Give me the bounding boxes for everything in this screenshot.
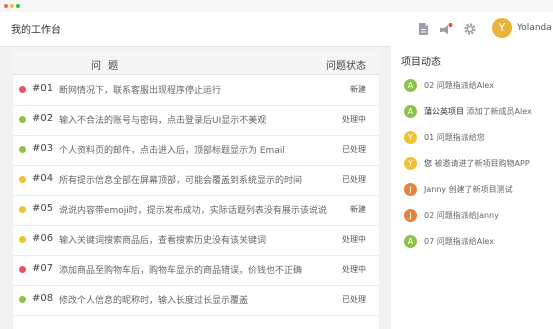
activity-message: 添加了新成员Alex: [464, 107, 532, 116]
activity-text: Janny 创建了新项目测试: [424, 184, 513, 195]
issue-table: 问 题 问题状态 #01 断网情况下，联系客服出现程序停止运行 新建 #02 输入不合法…: [13, 52, 379, 329]
priority-dot: [19, 146, 26, 153]
issue-status: 已处理: [342, 145, 366, 154]
issue-status: 新建: [350, 205, 366, 214]
column-header-status[interactable]: 问题状态: [326, 57, 366, 72]
activity-avatar: A: [404, 235, 417, 248]
issue-number: #03: [32, 143, 54, 154]
activity-message: 02 问题指派给Janny: [424, 211, 499, 220]
activity-avatar: A: [404, 79, 417, 92]
table-row[interactable]: #02 输入不合法的账号与密码，点击登录后UI显示不美观 处理中: [13, 105, 379, 136]
issue-description[interactable]: 修改个人信息的昵称时，输入长度过长显示覆盖: [59, 293, 248, 306]
issue-number: #04: [32, 173, 54, 184]
activity-text: 您 被邀请进了新项目购物APP: [424, 158, 530, 169]
issue-description[interactable]: 所有提示信息全部在屏幕顶部，可能会覆盖到系统显示的时间: [59, 173, 302, 186]
activity-text: 02 问题指派给Janny: [424, 210, 499, 221]
activity-text: 07 问题指派给Alex: [424, 236, 494, 247]
top-bar: 我的工作台 Y Yolanda: [0, 12, 553, 47]
activity-text: 01 问题指派给您: [424, 132, 485, 143]
window-maximize-dot[interactable]: [16, 4, 20, 8]
table-row[interactable]: #08 修改个人信息的昵称时，输入长度过长显示覆盖 已处理: [13, 285, 379, 316]
priority-dot: [19, 116, 26, 123]
issue-status: 处理中: [342, 115, 366, 124]
table-row[interactable]: #04 所有提示信息全部在屏幕顶部，可能会覆盖到系统显示的时间 已处理: [13, 165, 379, 196]
activity-message: 07 问题指派给Alex: [424, 237, 494, 246]
activity-text: 02 问题指派给Alex: [424, 80, 494, 91]
priority-dot: [19, 236, 26, 243]
activity-subject: 您: [424, 159, 432, 168]
table-row[interactable]: #05 说说内容带emoji时，提示发布成功，实际话题列表没有展示该说说 新建: [13, 195, 379, 226]
activity-message: 被邀请进了新项目购物APP: [432, 159, 530, 168]
activity-title: 项目动态: [401, 57, 441, 68]
window-close-dot[interactable]: [4, 4, 8, 8]
table-row[interactable]: #03 个人资料页的邮件，点击进入后，顶部标题显示为 Email 已处理: [13, 135, 379, 166]
activity-message: 02 问题指派给Alex: [424, 81, 494, 90]
issue-number: #01: [32, 83, 54, 94]
issue-description[interactable]: 输入关键词搜索商品后，查看搜索历史没有该关键词: [59, 233, 266, 246]
table-row[interactable]: #06 输入关键词搜索商品后，查看搜索历史没有该关键词 处理中: [13, 225, 379, 256]
issue-status: 处理中: [342, 265, 366, 274]
page-title: 我的工作台: [11, 25, 61, 36]
document-icon[interactable]: [416, 21, 430, 35]
issue-number: #02: [32, 113, 54, 124]
priority-dot: [19, 176, 26, 183]
activity-panel: 项目动态 A 02 问题指派给Alex A 蒲公英项目 添加了新成员Alex Y 01 问…: [391, 46, 553, 329]
issue-description[interactable]: 断网情况下，联系客服出现程序停止运行: [59, 83, 221, 96]
issue-number: #08: [32, 293, 54, 304]
notification-bell-icon[interactable]: [439, 21, 453, 35]
activity-avatar: Y: [404, 131, 417, 144]
activity-text: 蒲公英项目 添加了新成员Alex: [424, 106, 532, 117]
issue-description[interactable]: 添加商品至购物车后，购物车显示的商品错误，价钱也不正确: [59, 263, 302, 276]
settings-gear-icon[interactable]: [463, 21, 477, 35]
issue-number: #06: [32, 233, 54, 244]
table-row[interactable]: #07 添加商品至购物车后，购物车显示的商品错误，价钱也不正确 处理中: [13, 255, 379, 286]
user-name[interactable]: Yolanda: [517, 23, 552, 33]
activity-subject: 蒲公英项目: [424, 107, 464, 116]
issue-description[interactable]: 输入不合法的账号与密码，点击登录后UI显示不美观: [59, 113, 266, 126]
window-chrome: [0, 0, 553, 12]
column-header-issue[interactable]: 问 题: [91, 57, 120, 72]
issue-description[interactable]: 说说内容带emoji时，提示发布成功，实际话题列表没有展示该说说: [59, 203, 327, 216]
priority-dot: [19, 86, 26, 93]
issue-status: 处理中: [342, 235, 366, 244]
issue-number: #07: [32, 263, 54, 274]
app-window: 我的工作台 Y Yolanda 问 题 问题状态 #01 断网情况下，联系客服出现…: [0, 0, 553, 329]
activity-avatar: J: [404, 183, 417, 196]
issue-description[interactable]: 个人资料页的邮件，点击进入后，顶部标题显示为 Email: [59, 143, 285, 156]
window-minimize-dot[interactable]: [10, 4, 14, 8]
issue-status: 新建: [350, 85, 366, 94]
activity-message: Janny 创建了新项目测试: [424, 185, 513, 194]
priority-dot: [19, 266, 26, 273]
table-row[interactable]: #01 断网情况下，联系客服出现程序停止运行 新建: [13, 75, 379, 106]
issue-number: #05: [32, 203, 54, 214]
issue-status: 已处理: [342, 175, 366, 184]
activity-message: 01 问题指派给您: [424, 133, 485, 142]
activity-avatar: A: [404, 105, 417, 118]
user-avatar[interactable]: Y: [492, 18, 512, 38]
table-header: 问 题 问题状态: [13, 52, 379, 75]
activity-avatar: Y: [404, 157, 417, 170]
priority-dot: [19, 206, 26, 213]
issue-status: 已处理: [342, 295, 366, 304]
activity-avatar: J: [404, 209, 417, 222]
priority-dot: [19, 296, 26, 303]
